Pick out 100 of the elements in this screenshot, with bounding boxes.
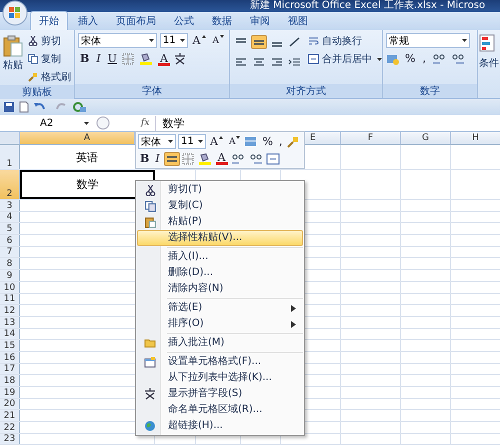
increase-decimal-icon[interactable]: [430, 53, 447, 65]
column-header[interactable]: A: [20, 132, 135, 144]
ribbon-tab[interactable]: 插入: [70, 12, 106, 30]
row-header[interactable]: 19: [0, 387, 20, 398]
refresh-icon[interactable]: [71, 101, 87, 113]
align-icon[interactable]: [164, 152, 180, 166]
menu-item[interactable]: 超链接(H)...: [137, 418, 303, 434]
fill-color-icon[interactable]: [198, 152, 214, 165]
copy-icon: [28, 54, 38, 64]
decrease-decimal-icon[interactable]: [450, 53, 466, 65]
border-icon[interactable]: [122, 53, 136, 65]
menu-item[interactable]: 从下拉列表中选择(K)...: [137, 370, 303, 386]
name-box[interactable]: A2: [0, 118, 95, 128]
shrink-font-button[interactable]: A: [226, 134, 242, 149]
fill-color-icon[interactable]: [138, 53, 155, 65]
menu-item[interactable]: 删除(D)...: [137, 265, 303, 281]
row-header[interactable]: 6: [0, 235, 20, 246]
border-icon[interactable]: [182, 152, 196, 165]
percent-button[interactable]: %: [260, 134, 275, 149]
row-header[interactable]: 13: [0, 316, 20, 328]
column-header[interactable]: F: [341, 132, 401, 144]
row-header[interactable]: 4: [0, 212, 20, 222]
menu-item[interactable]: 插入(I)...: [137, 249, 303, 265]
row-header[interactable]: 9: [0, 270, 20, 281]
row-header[interactable]: 14: [0, 328, 20, 340]
row-header[interactable]: 7: [0, 246, 20, 258]
ribbon-tab[interactable]: 公式: [166, 12, 202, 30]
font-name-field[interactable]: 宋体: [138, 134, 176, 150]
conditional-format-button[interactable]: 条件: [479, 56, 499, 70]
row-header[interactable]: 22: [0, 422, 20, 433]
row-header[interactable]: 15: [0, 340, 20, 351]
align-icon[interactable]: [251, 35, 267, 49]
row-header[interactable]: 16: [0, 352, 20, 363]
row-header[interactable]: 17: [0, 364, 20, 374]
caret-icon: [236, 136, 240, 139]
row-header[interactable]: 21: [0, 410, 20, 422]
font-color-button[interactable]: A: [216, 152, 228, 166]
clipboard-button[interactable]: 剪切: [26, 33, 73, 49]
row-header[interactable]: 23: [0, 434, 20, 444]
row-header[interactable]: 2: [0, 170, 20, 199]
decrease-decimal-icon[interactable]: [248, 152, 264, 165]
ribbon-tab[interactable]: 审阅: [242, 12, 278, 30]
grow-font-button[interactable]: A: [208, 134, 225, 149]
menu-item[interactable]: 设置单元格格式(F)...: [137, 354, 303, 370]
font-name-field[interactable]: 宋体: [78, 33, 157, 48]
cell-style-icon[interactable]: [244, 136, 258, 148]
text-style-button[interactable]: U: [106, 52, 119, 66]
grow-font-button[interactable]: A: [190, 34, 208, 48]
row-header[interactable]: 5: [0, 223, 20, 234]
row-header[interactable]: 20: [0, 398, 20, 410]
menu-item[interactable]: 插入批注(M): [137, 335, 303, 351]
menu-item[interactable]: 清除内容(N): [137, 281, 303, 297]
brush-icon[interactable]: [286, 136, 300, 148]
comma-button[interactable]: ,: [420, 52, 428, 66]
caret-icon: [462, 39, 467, 42]
menu-item[interactable]: 排序(O): [137, 316, 303, 332]
font-color-button[interactable]: A: [158, 52, 170, 66]
menu-item[interactable]: 选择性粘贴(V)...: [137, 230, 303, 246]
text-style-button[interactable]: B: [138, 152, 152, 166]
menu-item[interactable]: 命名单元格区域(R)...: [137, 402, 303, 418]
font-size-field[interactable]: 11: [178, 134, 206, 150]
scissors-icon: [144, 184, 156, 196]
insert-function-button[interactable]: fx: [141, 118, 150, 128]
font-size-field[interactable]: 11: [160, 33, 188, 48]
text-style-button[interactable]: I: [153, 152, 162, 166]
splitter-handle-icon[interactable]: [95, 116, 111, 130]
ribbon-tab[interactable]: 开始: [30, 11, 68, 30]
row-header[interactable]: 1: [0, 145, 20, 169]
row-header[interactable]: 10: [0, 282, 20, 292]
merge-center-button[interactable]: 合并后居中: [306, 51, 384, 67]
row-header[interactable]: 18: [0, 375, 20, 386]
ribbon-tab[interactable]: 数据: [204, 12, 240, 30]
conditional-format-icon[interactable]: [479, 34, 495, 52]
text-style-button[interactable]: B: [78, 52, 92, 66]
ribbon-tab[interactable]: 视图: [280, 12, 316, 30]
save-icon[interactable]: [3, 101, 15, 113]
row-header[interactable]: 11: [0, 294, 20, 304]
text-style-button[interactable]: I: [94, 52, 103, 66]
new-document-icon[interactable]: [18, 101, 30, 113]
clipboard-button[interactable]: 复制: [26, 51, 73, 67]
row-header[interactable]: 3: [0, 200, 20, 211]
row-header[interactable]: 8: [0, 258, 20, 270]
phonetic-icon[interactable]: [172, 53, 187, 65]
comma-button[interactable]: ,: [276, 134, 284, 149]
row-header[interactable]: 12: [0, 305, 20, 316]
increase-decimal-icon[interactable]: [230, 152, 246, 165]
ribbon-tab[interactable]: 页面布局: [108, 12, 164, 30]
shrink-font-button[interactable]: A: [210, 34, 226, 48]
number-format-field[interactable]: 常规: [386, 33, 470, 48]
column-header[interactable]: H: [451, 132, 500, 144]
menu-item[interactable]: 筛选(E): [137, 300, 303, 316]
menu-item[interactable]: 粘贴(P): [137, 214, 303, 230]
wrap-text-button[interactable]: 自动换行: [306, 33, 384, 49]
paste-button[interactable]: 粘贴: [3, 33, 23, 85]
menu-item[interactable]: 复制(C): [137, 198, 303, 214]
menu-item[interactable]: 显示拼音字段(S): [137, 386, 303, 402]
column-header[interactable]: G: [401, 132, 451, 144]
percent-button[interactable]: %: [403, 52, 418, 66]
merge-cells-icon[interactable]: [266, 152, 280, 165]
clipboard-button[interactable]: 格式刷: [26, 69, 73, 85]
